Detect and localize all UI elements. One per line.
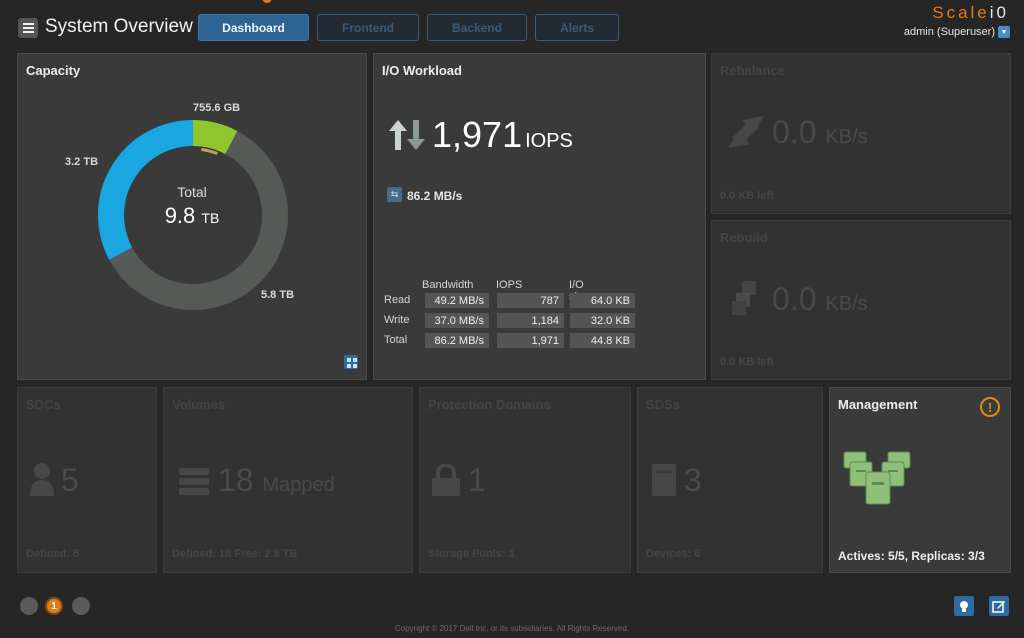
up-down-arrows-icon [389,120,425,150]
server-icon [652,464,676,496]
total-io-size: 44.8 KB [570,333,635,348]
management-title: Management [838,397,918,412]
sdss-devices: Devices: 6 [646,548,701,560]
warning-icon[interactable]: ! [980,397,1000,417]
storage-pools: Storage Pools: 1 [428,548,515,560]
protection-domains-count: 1 [468,462,486,498]
row-label-read: Read [384,294,411,306]
rebuild-blocks-icon [732,281,756,315]
tab-dashboard[interactable]: Dashboard [198,14,309,41]
sdcs-defined: Defined: 5 [26,548,80,560]
col-bandwidth: Bandwidth [422,279,474,291]
row-label-write: Write [384,314,410,326]
capacity-panel: Capacity 3.2 TB 755.6 GB 5.8 TB Total 9.… [17,53,367,380]
write-iops: 1,184 [497,313,564,328]
tab-backend[interactable]: Backend [427,14,527,41]
read-bandwidth: 49.2 MB/s [425,293,489,308]
rebalance-left: 0.0 KB left [720,190,774,202]
rebalance-rate: 0.0 KB/s [772,114,868,150]
user-menu[interactable]: admin (Superuser) ▼ [904,26,1010,38]
segment-label-used: 3.2 TB [65,156,99,168]
write-io-size: 32.0 KB [570,313,635,328]
sdcs-count: 5 [61,462,79,498]
brand-logo: Scalei0 [932,3,1009,22]
rebalance-title: Rebalance [720,63,786,78]
iops-value: 1,971 IOPS [432,114,573,155]
sdcs-title: SDCs [26,397,61,412]
notification-marker [262,0,272,3]
total-value: 9.8 TB [164,203,220,228]
tab-frontend[interactable]: Frontend [317,14,419,41]
volumes-panel: Volumes 18 Mapped Defined: 18 Free: 2.9 … [163,387,413,573]
col-iops: IOPS [496,279,523,291]
rebuild-left: 0.0 KB left [720,356,774,368]
row-label-total: Total [384,334,408,346]
write-bandwidth: 37.0 MB/s [425,313,489,328]
protection-domains-panel: Protection Domains 1 Storage Pools: 1 [419,387,631,573]
user-name: admin (Superuser) [903,26,995,38]
rebalance-panel: Rebalance 0.0 KB/s 0.0 KB left [711,53,1011,214]
donut-center: Total 9.8 TB [112,184,272,229]
volumes-count: 18 Mapped [218,462,335,498]
page-title: System Overview [45,16,193,37]
page-dot-3[interactable] [72,597,90,615]
protection-domains-title: Protection Domains [428,397,551,412]
read-iops: 787 [497,293,564,308]
total-iops: 1,971 [497,333,564,348]
capacity-segment-accent [201,148,218,156]
volumes-defined: Defined: 18 Free: 2.9 TB [172,548,298,560]
transfer-icon: ⇆ [387,187,402,202]
edit-icon[interactable] [989,596,1009,616]
io-workload-panel: I/O Workload 1,971 IOPS ⇆ 86.2 MB/s Bandw… [373,53,706,380]
top-bar: System Overview Dashboard Frontend Backe… [0,0,1024,52]
io-title: I/O Workload [382,63,462,78]
segment-label-spare: 755.6 GB [193,102,241,114]
lightbulb-icon[interactable] [954,596,974,616]
copyright: Copyright © 2017 Dell Inc. or its subsid… [395,624,629,633]
menu-icon[interactable] [18,18,38,38]
page-dot-2[interactable]: 1 [45,597,63,615]
read-io-size: 64.0 KB [570,293,635,308]
segment-label-free: 5.8 TB [261,289,295,301]
tab-alerts[interactable]: Alerts [535,14,619,41]
rebuild-rate: 0.0 KB/s [772,281,868,317]
capacity-segment-spare [192,120,238,155]
expand-grid-icon[interactable] [344,355,358,369]
sdcs-panel: SDCs 5 Defined: 5 [17,387,157,573]
user-icon [30,463,54,496]
volumes-stack-icon [179,468,209,495]
page-dot-1[interactable] [20,597,38,615]
rebuild-title: Rebuild [720,230,768,245]
rebuild-panel: Rebuild 0.0 KB/s 0.0 KB left [711,220,1011,380]
total-bandwidth: 86.2 MB/s [425,333,489,348]
management-status: Actives: 5/5, Replicas: 3/3 [838,549,985,563]
total-label: Total [177,184,207,200]
management-panel: Management ! Actives: 5/5, Replicas: 3/3 [829,387,1011,573]
volumes-title: Volumes [172,397,226,412]
lock-icon [432,464,460,496]
sdss-panel: SDSs 3 Devices: 6 [637,387,823,573]
mdm-cluster-icon [843,451,911,505]
sdss-title: SDSs [646,397,680,412]
bandwidth-value: 86.2 MB/s [407,189,463,203]
chevron-down-icon[interactable]: ▼ [998,26,1010,38]
sdss-count: 3 [684,462,702,498]
rebalance-arrows-icon [728,116,764,148]
